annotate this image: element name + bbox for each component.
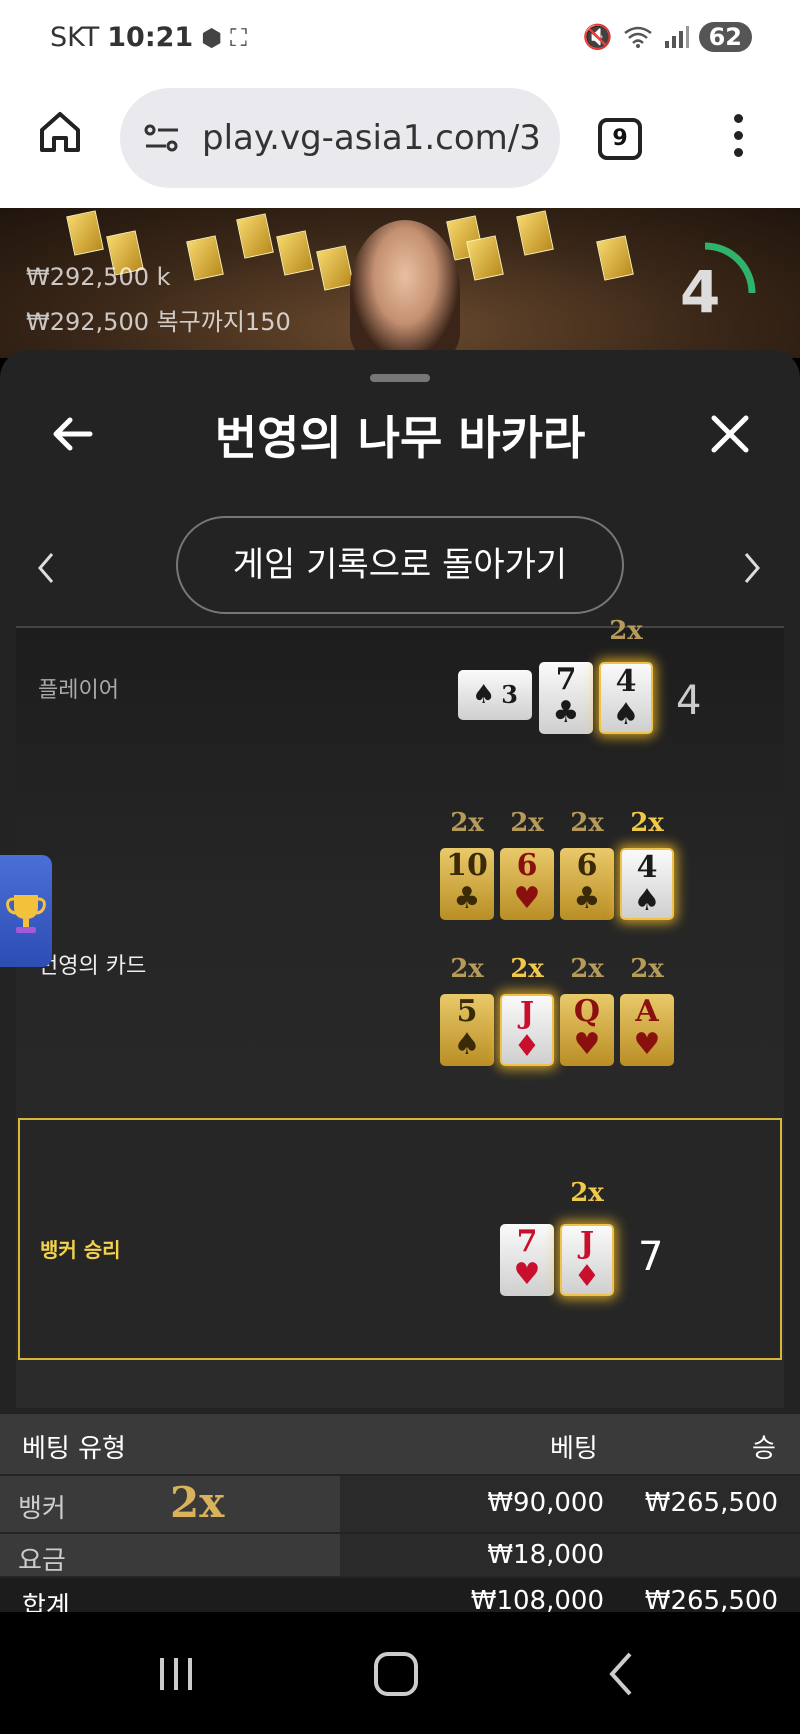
prosperity-multiplier: 2x [630,808,664,838]
home-icon[interactable] [36,108,84,156]
prosperity-card: 5 ♠ [440,994,494,1066]
mute-icon: 🔇 [582,23,613,51]
prosperity-multiplier: 2x [630,954,664,984]
row-type: 요금 [18,1546,66,1576]
trophy-icon [6,895,46,933]
player-label: 플레이어 [38,678,119,703]
prosperity-multiplier: 2x [510,954,544,984]
gold-leaf [236,213,274,259]
table-row: 요금 ₩18,000 [0,1534,800,1576]
status-right: 🔇 62 [583,22,752,52]
banker-score: 7 [638,1234,664,1280]
multiplier-badge: 2x [170,1478,225,1527]
more-menu-icon[interactable] [728,114,748,164]
gold-leaf [316,245,354,291]
prosperity-card: 10 ♣ [440,848,494,920]
leaderboard-tab[interactable] [0,855,52,967]
clock: 10:21 [107,22,194,53]
dealer [350,220,460,358]
banker-card-1: 7 ♥ [500,1224,554,1296]
cube-icon: ⬢ [201,23,223,52]
carrier-label: SKT [50,22,100,53]
prosperity-card: 6 ♥ [500,848,554,920]
prosperity-multiplier: 2x [510,808,544,838]
prosperity-card: 6 ♣ [560,848,614,920]
wifi-icon [623,26,652,48]
gold-leaf [66,210,104,256]
player-card-2: 7 ♣ [539,662,593,734]
row-type: 뱅커 [18,1494,66,1524]
browser-toolbar: play.vg-asia1.com/39 9 [0,78,800,208]
player-card-multiplier: 2x [609,616,643,646]
status-left: SKT 10:21 ⬢ ⛶ [50,22,247,53]
banker-card-2: J ♦ [560,1224,614,1296]
nav-recents-icon[interactable] [156,1656,196,1692]
chevron-left-icon[interactable] [34,548,58,588]
prosperity-multiplier: 2x [450,954,484,984]
prosperity-card-highlighted: 4 ♠ [620,848,674,920]
row-bet: ₩108,000 [470,1586,604,1612]
tabs-icon[interactable]: 9 [598,118,642,160]
prosperity-card: Q ♥ [560,994,614,1066]
address-bar[interactable]: play.vg-asia1.com/39 [120,88,560,188]
player-card-1: 4 ♠ [599,662,653,734]
header-bet-type: 베팅 유형 [22,1434,126,1464]
prosperity-card: A ♥ [620,994,674,1066]
status-bar: SKT 10:21 ⬢ ⛶ 🔇 62 [0,0,800,78]
gold-leaf [516,210,554,256]
banker-win-label: 뱅커 승리 [40,1238,121,1262]
battery-level: 62 [698,22,752,52]
signal-icon [664,26,689,48]
row-type: 합계 [22,1592,70,1612]
round-countdown: 4 [680,258,721,326]
round-detail-sheet: 번영의 나무 바카라 게임 기록으로 돌아가기 플레이어 ♠ 3 7 ♣ 2x 4 ♠… [0,350,800,1612]
prosperity-label: 번영의 카드 [38,954,147,979]
player-card-3: ♠ 3 [458,670,532,720]
balance-line-2: ₩292,500 복구까지150 [26,308,291,336]
site-settings-icon[interactable] [142,118,182,158]
row-bet: ₩18,000 [487,1540,604,1570]
player-score: 4 [676,678,702,724]
header-win: 승 [752,1434,776,1464]
drag-handle[interactable] [370,374,430,382]
prosperity-multiplier: 2x [450,808,484,838]
bet-table-header: 베팅 유형 베팅 승 [0,1414,800,1474]
back-to-history-button[interactable]: 게임 기록으로 돌아가기 [176,516,624,614]
game-video-backdrop: ₩292,500 k ₩292,500 복구까지150 4 [0,208,800,358]
prosperity-multiplier: 2x [570,808,604,838]
sheet-title: 번영의 나무 바카라 [214,411,586,465]
chevron-right-icon[interactable] [740,548,764,588]
prosperity-multiplier: 2x [570,954,604,984]
screenshot-icon: ⛶ [230,23,247,52]
close-icon[interactable] [706,410,754,458]
gold-leaf [466,235,504,281]
row-win: ₩265,500 [644,1586,778,1612]
prosperity-card-highlighted: J ♦ [500,994,554,1066]
gold-leaf [596,235,634,281]
result-panel: 플레이어 ♠ 3 7 ♣ 2x 4 ♠ 4 번영의 카드 2x 2x 2x 2x 10… [16,616,784,1408]
url-text[interactable]: play.vg-asia1.com/39 [202,118,542,158]
header-bet: 베팅 [550,1434,598,1464]
nav-home-icon[interactable] [374,1652,418,1696]
row-win: ₩265,500 [644,1488,778,1518]
table-row-total: 합계 ₩108,000 ₩265,500 [0,1578,800,1612]
nav-back-icon[interactable] [606,1650,636,1698]
row-bet: ₩90,000 [487,1488,604,1518]
banker-card-multiplier: 2x [570,1178,604,1208]
table-row: 뱅커 2x ₩90,000 ₩265,500 [0,1476,800,1532]
balance-line-1: ₩292,500 k [26,263,171,291]
gold-leaf [276,230,314,276]
system-nav-bar [0,1612,800,1734]
banker-winner-box: 뱅커 승리 7 ♥ 2x J ♦ 7 [18,1118,782,1360]
gold-leaf [186,235,224,281]
